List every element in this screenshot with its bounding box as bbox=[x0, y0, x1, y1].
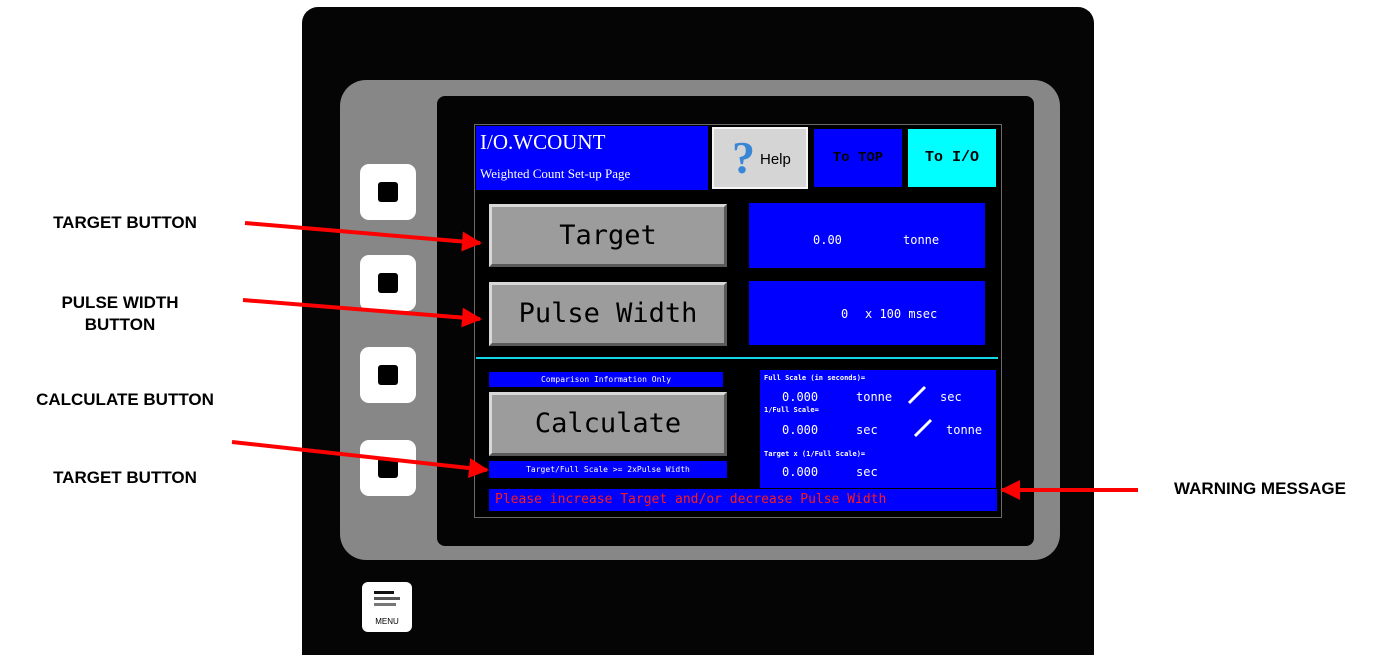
arrow-calculate-button bbox=[231, 440, 489, 478]
arrow-pulse-width-button bbox=[242, 298, 482, 328]
arrow-target-button bbox=[244, 221, 482, 252]
annotation-arrows bbox=[231, 221, 1138, 500]
